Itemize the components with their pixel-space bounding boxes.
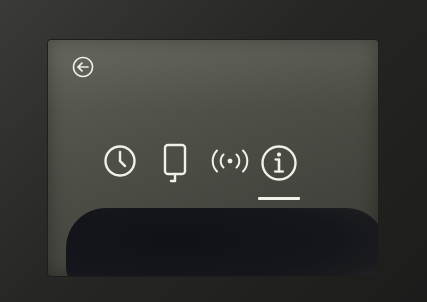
info-icon[interactable] [260, 144, 298, 182]
wireless-signal-icon[interactable] [206, 148, 254, 174]
device-icon[interactable] [160, 142, 190, 186]
back-arrow-circle-icon[interactable] [72, 56, 94, 78]
screen-reflection [66, 208, 378, 276]
selected-tab-indicator [258, 197, 300, 200]
clock-icon[interactable] [103, 144, 137, 178]
